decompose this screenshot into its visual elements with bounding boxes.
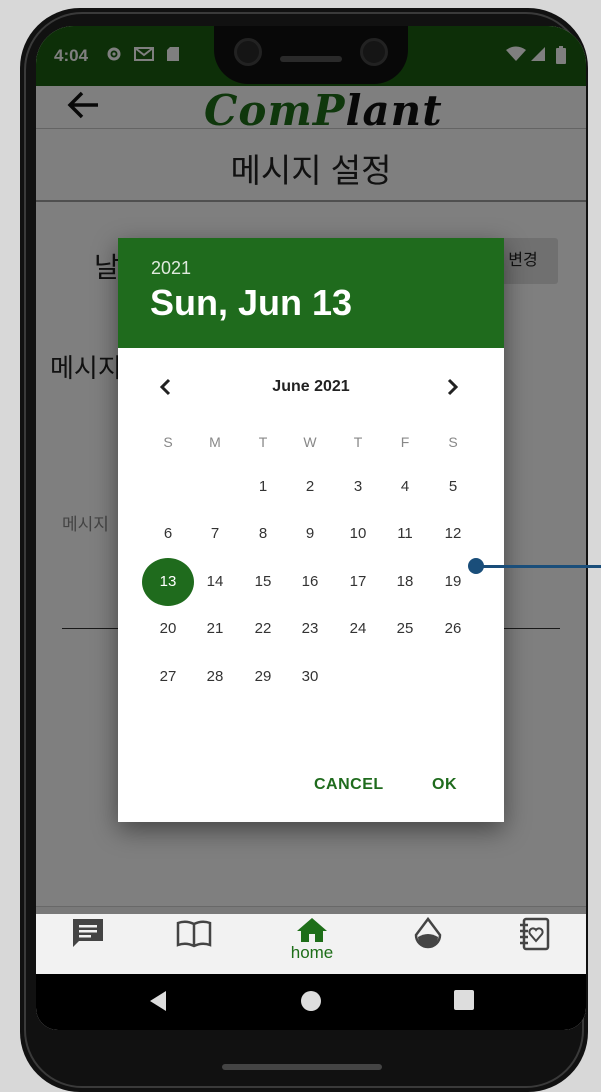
nav-item-chat[interactable] [58, 917, 118, 949]
calendar-day[interactable]: 16 [283, 558, 337, 606]
calendar-day[interactable]: 9 [283, 510, 337, 558]
calendar-day[interactable]: 3 [331, 463, 385, 511]
calendar-day[interactable]: 25 [378, 605, 432, 653]
date-picker-selected-date: Sun, Jun 13 [150, 282, 353, 323]
weekday-label: T [258, 434, 268, 450]
calendar-day[interactable]: 23 [283, 605, 337, 653]
calendar-day[interactable]: 29 [236, 653, 290, 701]
journal-heart-icon [520, 917, 550, 951]
weekday-label: W [303, 434, 317, 450]
calendar-day[interactable]: 1 [236, 463, 290, 511]
calendar-day[interactable]: 12 [426, 510, 480, 558]
calendar-day[interactable]: 18 [378, 558, 432, 606]
calendar-day[interactable]: 5 [426, 463, 480, 511]
calendar-day[interactable]: 8 [236, 510, 290, 558]
calendar-day[interactable]: 20 [141, 605, 195, 653]
home-icon [297, 918, 327, 942]
nav-item-water[interactable] [398, 917, 458, 949]
weekday-label: M [209, 434, 221, 450]
calendar-day[interactable]: 24 [331, 605, 385, 653]
calendar-day[interactable]: 2 [283, 463, 337, 511]
calendar-day[interactable]: 15 [236, 558, 290, 606]
next-month-chevron-icon[interactable] [446, 376, 460, 402]
calendar-day[interactable]: 6 [141, 510, 195, 558]
calendar-day[interactable]: 4 [378, 463, 432, 511]
calendar-day[interactable]: 17 [331, 558, 385, 606]
weekday-label: S [163, 434, 173, 450]
chat-icon [73, 919, 103, 947]
calendar-day[interactable]: 14 [188, 558, 242, 606]
system-navigation-bar [36, 974, 586, 1030]
weekday-label: S [448, 434, 458, 450]
system-recents-icon[interactable] [454, 990, 474, 1015]
calendar-day[interactable]: 11 [378, 510, 432, 558]
annotation-callout-line [482, 565, 601, 568]
bottom-navigation: home [36, 906, 586, 974]
nav-item-journal[interactable] [504, 917, 564, 951]
water-drop-icon [414, 917, 442, 949]
date-picker-dialog: 2021 Sun, Jun 13 June 2021 SMTWTFS 12345… [118, 238, 504, 822]
system-back-icon[interactable] [148, 990, 168, 1017]
ok-button[interactable]: OK [432, 776, 457, 794]
nav-home-label: home [290, 943, 334, 962]
system-home-icon[interactable] [300, 990, 322, 1017]
date-picker-header: 2021 Sun, Jun 13 [118, 238, 504, 348]
calendar-day-selected[interactable]: 13 [141, 558, 195, 606]
calendar-day[interactable]: 26 [426, 605, 480, 653]
weekday-label: T [353, 434, 363, 450]
calendar-day[interactable]: 22 [236, 605, 290, 653]
nav-item-book[interactable] [164, 917, 224, 949]
calendar-day[interactable]: 30 [283, 653, 337, 701]
calendar-day[interactable]: 21 [188, 605, 242, 653]
book-icon [176, 920, 212, 948]
date-picker-year[interactable]: 2021 [151, 258, 191, 279]
calendar-day[interactable]: 27 [141, 653, 195, 701]
calendar-day[interactable]: 10 [331, 510, 385, 558]
weekday-label: F [400, 434, 410, 450]
calendar-day[interactable]: 28 [188, 653, 242, 701]
cancel-button[interactable]: CANCEL [314, 776, 384, 794]
calendar-day[interactable]: 7 [188, 510, 242, 558]
nav-item-home[interactable]: home [282, 917, 342, 963]
phone-bottom-speaker [222, 1064, 382, 1070]
